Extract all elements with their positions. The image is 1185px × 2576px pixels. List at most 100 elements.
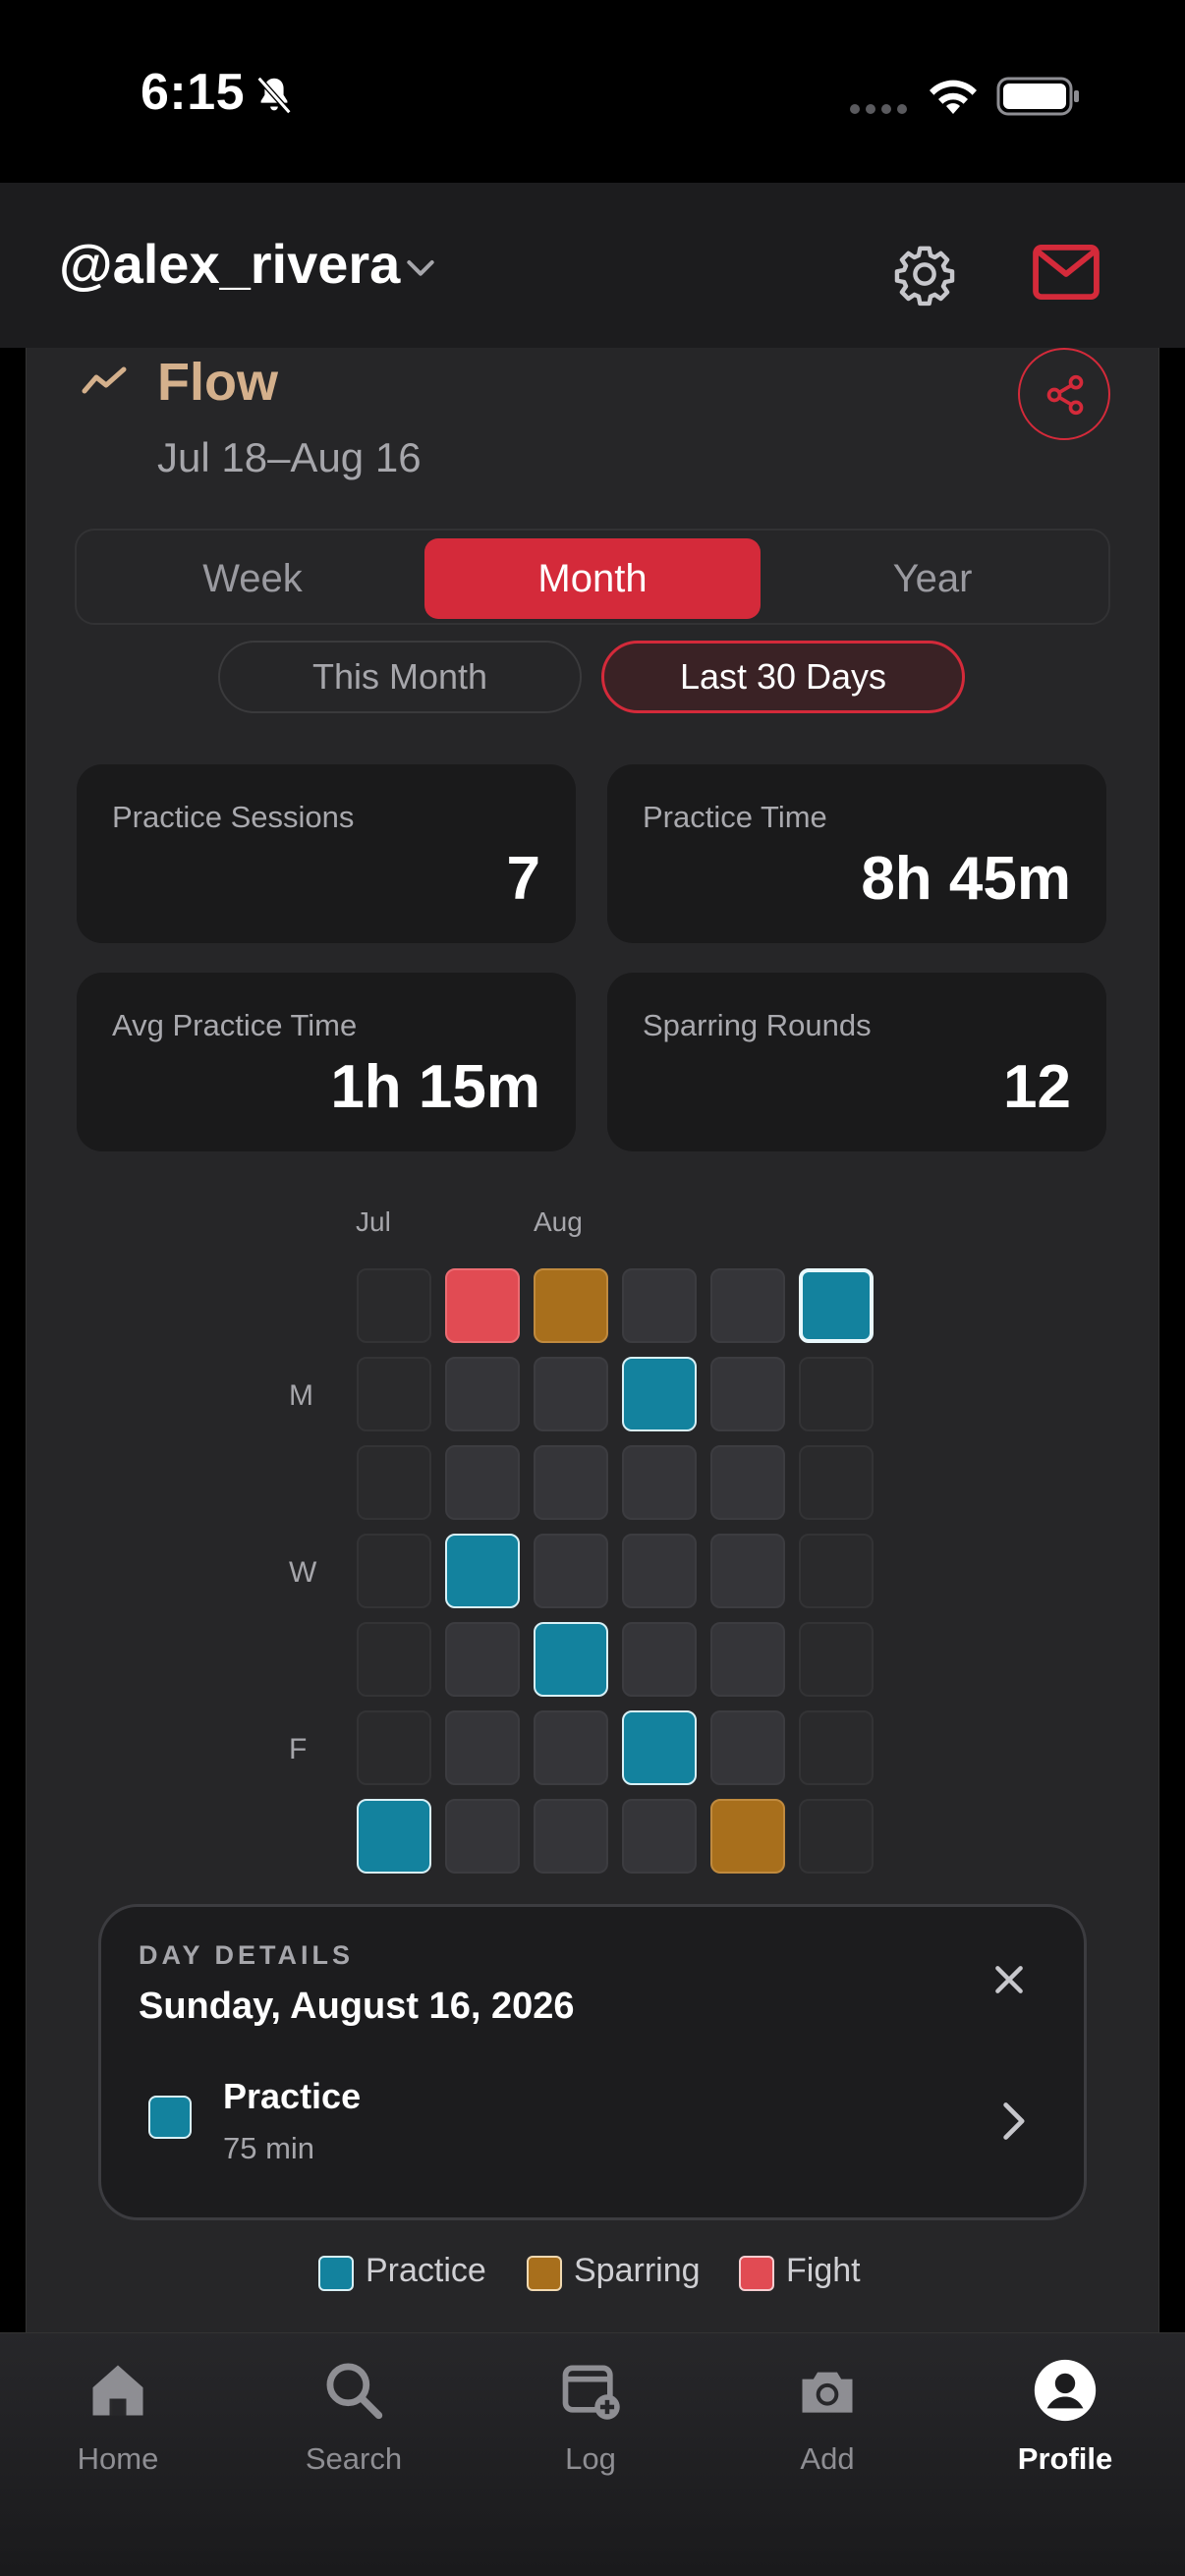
legend-sparring-swatch — [527, 2256, 562, 2291]
heatmap-cell-practice[interactable] — [622, 1710, 697, 1785]
legend-fight-swatch — [739, 2256, 774, 2291]
bell-off-icon — [256, 76, 292, 115]
heatmap-cell-empty[interactable] — [710, 1268, 785, 1343]
month-label-jul: Jul — [356, 1206, 391, 1237]
tab-add[interactable]: Add — [729, 2333, 926, 2576]
heatmap-cell-empty[interactable] — [710, 1357, 785, 1431]
heatmap-cell-empty[interactable] — [534, 1445, 608, 1520]
trend-line-icon — [82, 366, 127, 394]
status-time: 6:15 — [141, 64, 246, 121]
practice-swatch — [148, 2096, 192, 2139]
tab-week[interactable]: Week — [85, 538, 421, 619]
details-kicker: DAY DETAILS — [139, 1940, 355, 1970]
stat-sparring-rounds: Sparring Rounds 12 — [607, 973, 1106, 1151]
tab-profile[interactable]: Profile — [967, 2333, 1163, 2576]
chevron-down-icon[interactable] — [401, 248, 440, 287]
heatmap-cell-empty[interactable] — [445, 1445, 520, 1520]
stat-label: Practice Sessions — [112, 800, 355, 834]
share-button[interactable] — [1018, 348, 1110, 440]
tab-month[interactable]: Month — [424, 538, 761, 619]
heatmap-cell-sparring[interactable] — [710, 1799, 785, 1874]
stat-label: Avg Practice Time — [112, 1008, 358, 1042]
heatmap-cell-empty[interactable] — [445, 1799, 520, 1874]
heatmap-cell-out — [357, 1534, 431, 1608]
home-icon — [92, 2365, 143, 2416]
heatmap-cell-empty[interactable] — [445, 1710, 520, 1785]
heatmap-cell-empty[interactable] — [534, 1799, 608, 1874]
heatmap-cell-empty[interactable] — [710, 1445, 785, 1520]
flow-title: Flow — [157, 353, 278, 412]
heatmap-cell-empty[interactable] — [534, 1534, 608, 1608]
day-details-panel: DAY DETAILS Sunday, August 16, 2026 Prac… — [98, 1904, 1087, 2220]
heatmap-cell-fight[interactable] — [445, 1268, 520, 1343]
close-icon[interactable] — [989, 1960, 1029, 1999]
heatmap-cell-empty[interactable] — [622, 1268, 697, 1343]
stat-value: 1h 15m — [330, 1053, 540, 1121]
day-label-monday: M — [289, 1379, 313, 1412]
username-switcher[interactable]: @alex_rivera — [59, 232, 400, 296]
heatmap-cell-out — [357, 1710, 431, 1785]
gear-icon[interactable] — [892, 242, 957, 307]
heatmap-cell-empty[interactable] — [534, 1710, 608, 1785]
range-segmented-control: Week Month Year — [75, 529, 1110, 625]
wifi-icon — [930, 80, 977, 114]
heatmap-cell-empty[interactable] — [622, 1799, 697, 1874]
heatmap-cell-empty[interactable] — [622, 1445, 697, 1520]
mail-icon[interactable] — [1032, 244, 1100, 301]
stat-label: Practice Time — [643, 800, 827, 834]
heatmap-cell-empty[interactable] — [534, 1357, 608, 1431]
status-bar: 6:15 — [0, 0, 1185, 183]
stat-avg-practice-time: Avg Practice Time 1h 15m — [77, 973, 576, 1151]
heatmap-cell-out — [799, 1799, 874, 1874]
battery-icon — [996, 77, 1079, 116]
heatmap-cell-practice-selected[interactable] — [799, 1268, 874, 1343]
calendar-add-icon — [562, 2365, 620, 2420]
legend-fight: Fight — [786, 2252, 861, 2289]
tab-search[interactable]: Search — [255, 2333, 452, 2576]
entry-title[interactable]: Practice — [223, 2076, 361, 2117]
profile-icon — [1034, 2359, 1097, 2422]
day-label-friday: F — [289, 1733, 308, 1765]
heatmap-cell-out — [357, 1268, 431, 1343]
last-30-days-pill[interactable]: Last 30 Days — [601, 641, 965, 713]
heatmap-cell-out — [799, 1534, 874, 1608]
profile-header: @alex_rivera — [0, 183, 1185, 348]
heatmap-cell-sparring[interactable] — [534, 1268, 608, 1343]
heatmap-cell-empty[interactable] — [710, 1710, 785, 1785]
stat-label: Sparring Rounds — [643, 1008, 872, 1042]
heatmap-cell-empty[interactable] — [445, 1357, 520, 1431]
legend-sparring: Sparring — [574, 2252, 701, 2289]
tab-log-label: Log — [565, 2441, 616, 2476]
stat-practice-sessions: Practice Sessions 7 — [77, 764, 576, 943]
heatmap-cell-out — [357, 1445, 431, 1520]
heatmap-cell-empty[interactable] — [622, 1622, 697, 1697]
legend-practice: Practice — [366, 2252, 486, 2289]
stat-value: 12 — [1003, 1053, 1071, 1121]
day-label-wednesday: W — [289, 1556, 317, 1589]
tab-log[interactable]: Log — [492, 2333, 689, 2576]
this-month-pill[interactable]: This Month — [218, 641, 582, 713]
heatmap-cell-empty[interactable] — [445, 1622, 520, 1697]
tab-add-label: Add — [800, 2441, 855, 2476]
stat-value: 8h 45m — [861, 845, 1071, 913]
legend-practice-swatch — [318, 2256, 354, 2291]
stat-practice-time: Practice Time 8h 45m — [607, 764, 1106, 943]
heatmap-cell-out — [357, 1357, 431, 1431]
bottom-tab-bar: Home Search Log Add Profile — [0, 2332, 1185, 2576]
share-icon — [1046, 374, 1084, 416]
heatmap-cell-empty[interactable] — [710, 1622, 785, 1697]
tab-home-label: Home — [77, 2441, 159, 2476]
heatmap-cell-practice[interactable] — [445, 1534, 520, 1608]
heatmap-cell-practice[interactable] — [622, 1357, 697, 1431]
heatmap-cell-out — [799, 1622, 874, 1697]
heatmap-cell-practice[interactable] — [357, 1799, 431, 1874]
tab-home[interactable]: Home — [20, 2333, 216, 2576]
tab-search-label: Search — [305, 2441, 403, 2476]
heatmap-cell-practice[interactable] — [534, 1622, 608, 1697]
heatmap-cell-empty[interactable] — [710, 1534, 785, 1608]
tab-year[interactable]: Year — [764, 538, 1100, 619]
camera-icon — [802, 2372, 853, 2413]
chevron-right-icon[interactable] — [997, 2100, 1029, 2143]
stat-value: 7 — [506, 845, 540, 913]
heatmap-cell-empty[interactable] — [622, 1534, 697, 1608]
